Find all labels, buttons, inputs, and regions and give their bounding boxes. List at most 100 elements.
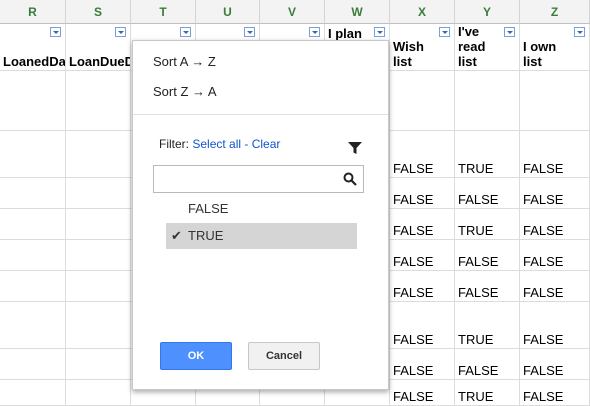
header-label: LoanDueD (69, 54, 131, 69)
search-icon[interactable] (343, 172, 357, 186)
header-cell-i-own-list[interactable]: I own list (520, 24, 590, 71)
filter-dropdown-icon[interactable] (574, 27, 585, 37)
header-label: I own list (523, 39, 557, 69)
cell-value: FALSE (523, 363, 564, 378)
table-cell[interactable]: FALSE (390, 380, 455, 406)
column-header-r[interactable]: R (0, 0, 66, 24)
table-cell[interactable] (66, 209, 131, 240)
clear-link[interactable]: Clear (252, 137, 281, 151)
table-cell[interactable] (520, 71, 590, 131)
cell-value: FALSE (393, 223, 434, 238)
header-label: Wish list (393, 39, 424, 69)
cell-value: FALSE (393, 363, 434, 378)
filter-search-box[interactable] (153, 165, 364, 193)
table-cell[interactable]: FALSE (520, 240, 590, 271)
filter-dropdown-icon[interactable] (244, 27, 255, 37)
filter-label: Filter: (159, 137, 189, 151)
table-cell[interactable] (455, 71, 520, 131)
filter-dropdown-icon[interactable] (309, 27, 320, 37)
cell-value: FALSE (458, 254, 499, 269)
table-cell[interactable]: FALSE (390, 178, 455, 209)
table-cell[interactable]: FALSE (520, 271, 590, 302)
header-cell-wish-list[interactable]: Wish list (390, 24, 455, 71)
filter-option-false[interactable]: FALSE (166, 196, 357, 222)
table-cell[interactable]: FALSE (520, 349, 590, 380)
table-cell[interactable] (66, 349, 131, 380)
table-cell[interactable]: FALSE (455, 178, 520, 209)
sort-a-to-z[interactable]: Sort A → Z (153, 54, 216, 69)
table-cell[interactable]: FALSE (390, 209, 455, 240)
option-label: TRUE (188, 228, 224, 243)
filter-menu: Sort A → Z Sort Z → A Filter: Select all… (132, 40, 389, 390)
table-cell[interactable]: FALSE (455, 240, 520, 271)
header-label: I plan (328, 26, 362, 41)
table-cell[interactable] (66, 302, 131, 349)
header-cell-loanduedate[interactable]: LoanDueD (66, 24, 131, 71)
table-cell[interactable] (66, 71, 131, 131)
table-cell[interactable]: TRUE (455, 131, 520, 178)
cell-value: FALSE (393, 332, 434, 347)
cell-value: FALSE (393, 389, 434, 404)
table-cell[interactable]: FALSE (520, 178, 590, 209)
column-header-z[interactable]: Z (520, 0, 590, 24)
table-cell[interactable] (390, 71, 455, 131)
table-cell[interactable]: FALSE (390, 240, 455, 271)
cell-value: FALSE (393, 161, 434, 176)
sort-z-to-a[interactable]: Sort Z → A (153, 84, 217, 99)
table-cell[interactable]: FALSE (520, 131, 590, 178)
filter-dropdown-icon[interactable] (180, 27, 191, 37)
column-header-t[interactable]: T (131, 0, 196, 24)
table-cell[interactable] (0, 209, 66, 240)
ok-button[interactable]: OK (160, 342, 232, 370)
table-cell[interactable]: FALSE (390, 271, 455, 302)
table-cell[interactable]: FALSE (520, 302, 590, 349)
table-cell[interactable] (0, 131, 66, 178)
table-cell[interactable]: FALSE (390, 349, 455, 380)
table-cell[interactable] (66, 240, 131, 271)
table-cell[interactable] (66, 271, 131, 302)
header-cell-ive-read-list[interactable]: I've read list (455, 24, 520, 71)
filter-dropdown-icon[interactable] (504, 27, 515, 37)
table-cell[interactable]: TRUE (455, 380, 520, 406)
header-label: LoanedDa (3, 54, 66, 69)
table-cell[interactable] (0, 271, 66, 302)
column-header-w[interactable]: W (325, 0, 390, 24)
table-cell[interactable] (66, 131, 131, 178)
table-cell[interactable] (0, 71, 66, 131)
cancel-button[interactable]: Cancel (248, 342, 320, 370)
filter-search-input[interactable] (158, 170, 342, 190)
table-cell[interactable]: TRUE (455, 302, 520, 349)
table-cell[interactable] (0, 349, 66, 380)
cell-value: TRUE (458, 161, 494, 176)
filter-controls: Filter: Select all - Clear (159, 137, 280, 151)
table-cell[interactable] (66, 178, 131, 209)
filter-dropdown-icon[interactable] (374, 27, 385, 37)
table-cell[interactable]: FALSE (390, 302, 455, 349)
filter-option-true[interactable]: ✔ TRUE (166, 223, 357, 249)
table-cell[interactable] (0, 240, 66, 271)
column-header-y[interactable]: Y (455, 0, 520, 24)
table-cell[interactable]: FALSE (520, 209, 590, 240)
cell-value: FALSE (393, 192, 434, 207)
filter-dropdown-icon[interactable] (439, 27, 450, 37)
column-header-u[interactable]: U (196, 0, 260, 24)
table-cell[interactable]: FALSE (520, 380, 590, 406)
filter-dropdown-icon[interactable] (50, 27, 61, 37)
cell-value: TRUE (458, 389, 494, 404)
column-header-x[interactable]: X (390, 0, 455, 24)
filter-dropdown-icon[interactable] (115, 27, 126, 37)
table-cell[interactable]: FALSE (455, 349, 520, 380)
column-header-s[interactable]: S (66, 0, 131, 24)
table-cell[interactable]: FALSE (455, 271, 520, 302)
table-cell[interactable] (0, 380, 66, 406)
table-cell[interactable] (0, 178, 66, 209)
header-cell-loaneddate[interactable]: LoanedDa (0, 24, 66, 71)
table-cell[interactable]: FALSE (390, 131, 455, 178)
column-header-v[interactable]: V (260, 0, 325, 24)
select-all-link[interactable]: Select all (192, 137, 241, 151)
table-cell[interactable] (66, 380, 131, 406)
cell-value: TRUE (458, 223, 494, 238)
table-cell[interactable]: TRUE (455, 209, 520, 240)
cell-value: FALSE (458, 363, 499, 378)
table-cell[interactable] (0, 302, 66, 349)
